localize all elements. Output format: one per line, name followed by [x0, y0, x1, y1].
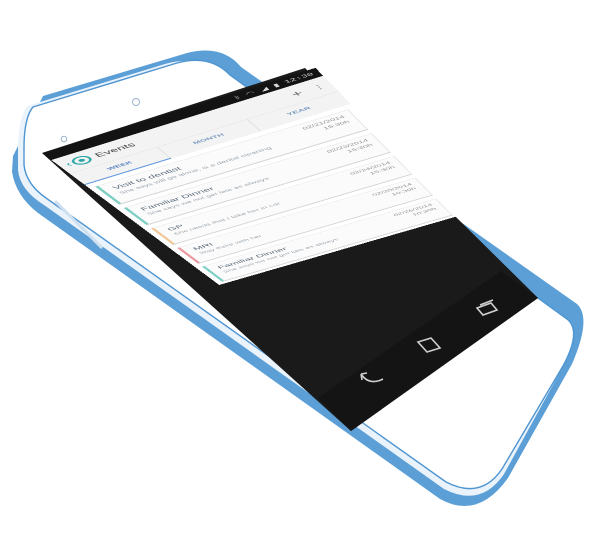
more-vertical-icon[interactable]: ⋮	[310, 82, 328, 92]
sensor-dot	[60, 135, 68, 143]
camera-dot	[132, 98, 140, 106]
phone-mockup-scene: ᛒ ◠ ◢ ▮ 12:30 ‹ Events + ⋮ WEEK MONTH YE…	[0, 0, 600, 540]
plus-icon[interactable]: +	[288, 88, 306, 99]
bluetooth-icon: ᛒ	[232, 94, 243, 101]
battery-icon: ▮	[271, 82, 282, 89]
